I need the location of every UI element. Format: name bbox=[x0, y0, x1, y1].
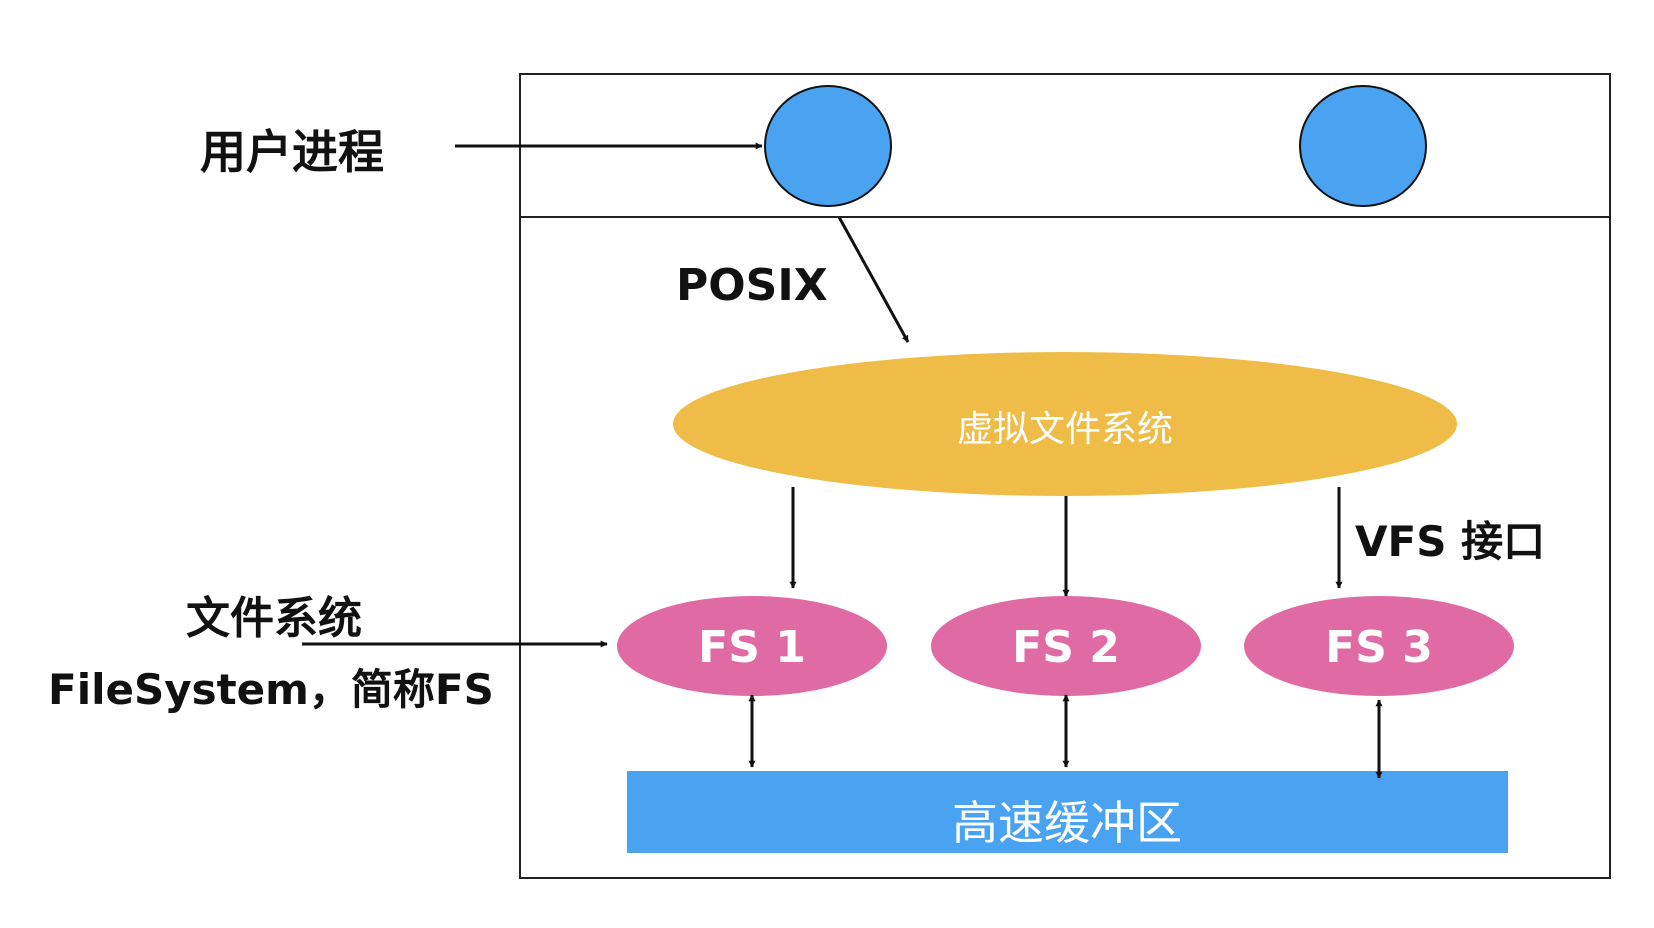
filesystem-label-line1: 文件系统 bbox=[186, 593, 362, 644]
posix-label: POSIX bbox=[676, 260, 828, 311]
vfs-interface-label: VFS 接口 bbox=[1355, 517, 1546, 566]
arrow-posix bbox=[837, 216, 910, 343]
fs-label-2: FS 2 bbox=[1012, 622, 1120, 673]
process-circle-2 bbox=[1299, 85, 1427, 207]
buffer-cache-label: 高速缓冲区 bbox=[952, 796, 1182, 850]
fs-label-3: FS 3 bbox=[1325, 622, 1433, 673]
user-process-label: 用户进程 bbox=[200, 125, 384, 179]
fs-label-1: FS 1 bbox=[698, 622, 806, 673]
process-circle-1 bbox=[764, 85, 892, 207]
vfs-label: 虚拟文件系统 bbox=[956, 409, 1173, 450]
filesystem-label-line2: FileSystem，简称FS bbox=[48, 665, 494, 714]
